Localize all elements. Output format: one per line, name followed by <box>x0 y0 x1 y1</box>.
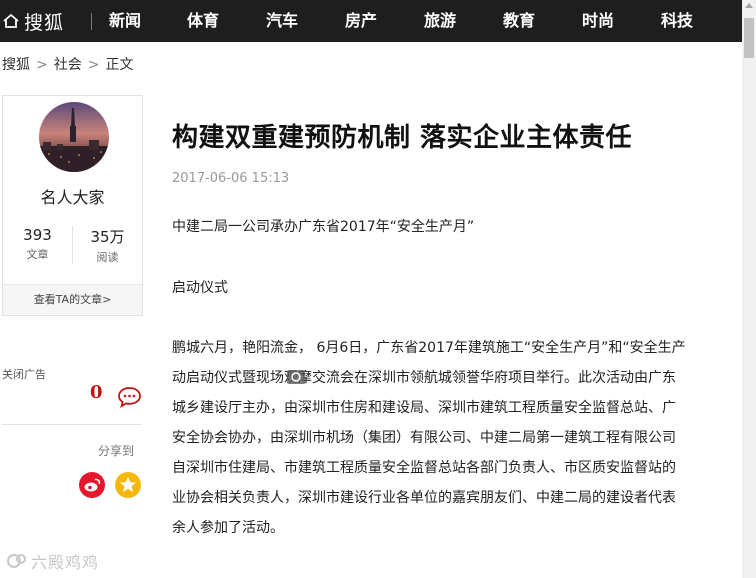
watermark: 六殿鸡鸡 <box>6 549 99 573</box>
weibo-icon <box>84 478 101 492</box>
watermark-text: 六殿鸡鸡 <box>31 553 100 572</box>
comment-icon[interactable] <box>117 386 142 408</box>
articles-stat: 393 文章 <box>3 226 72 262</box>
weibo-share-icon[interactable] <box>79 472 105 498</box>
breadcrumb-separator: > <box>87 57 100 73</box>
see-author-articles-link[interactable]: 查看TA的文章> <box>3 284 142 315</box>
breadcrumb-current: 正文 <box>105 57 134 73</box>
article-body-line: 余人参加了活动。 <box>172 520 284 536</box>
nav-item-sports[interactable]: 体育 <box>187 0 219 42</box>
article-body-line: 城乡建设厅主办，由深圳市住房和建设局、深圳市建筑工程质量安全监督总站、广 <box>172 400 676 416</box>
reads-label: 阅读 <box>96 251 119 264</box>
sohu-logo[interactable]: 搜狐 <box>2 0 64 42</box>
breadcrumb-society[interactable]: 社会 <box>54 57 82 73</box>
nav-item-travel[interactable]: 旅游 <box>424 0 456 42</box>
article-date: 2017-06-06 15:13 <box>172 171 290 186</box>
breadcrumb: 搜狐 > 社会 > 正文 <box>2 54 133 74</box>
nav-divider <box>91 13 92 30</box>
nav-item-auto[interactable]: 汽车 <box>266 0 298 42</box>
photo-overlay-icon <box>287 370 305 384</box>
nav-item-education[interactable]: 教育 <box>503 0 535 42</box>
scroll-thumb[interactable] <box>744 18 754 58</box>
articles-label: 文章 <box>26 248 49 261</box>
reads-stat: 35万 阅读 <box>73 226 142 265</box>
qzone-share-icon[interactable] <box>115 472 141 498</box>
reads-count: 35万 <box>90 228 125 246</box>
author-name[interactable]: 名人大家 <box>3 184 142 208</box>
nav-item-tech[interactable]: 科技 <box>661 0 693 42</box>
article-body-line: 业协会相关负责人，深圳市建设行业各单位的嘉宾朋友们、中建二局的建设者代表 <box>172 490 676 506</box>
star-icon <box>120 477 136 492</box>
article-body-line: 鹏城六月，艳阳流金， 6月6日，广东省2017年建筑施工“安全生产月”和“安全生… <box>172 340 686 356</box>
home-icon <box>3 13 19 28</box>
article-section-heading: 启动仪式 <box>172 280 228 296</box>
watermark-logo-icon <box>7 554 26 568</box>
author-card: 名人大家 393 文章 35万 阅读 查看TA的文章> <box>2 95 143 316</box>
article-body-line: 安全协会协办，由深圳市机场（集团）有限公司、中建二局第一建筑工程有限公司 <box>172 430 676 446</box>
article-title: 构建双重建预防机制 落实企业主体责任 <box>172 123 633 153</box>
city-skyline-image <box>39 102 109 172</box>
top-nav-bar: 搜狐 新闻 体育 汽车 房产 旅游 教育 时尚 科技 <box>0 0 742 42</box>
sidebar-divider <box>2 424 141 425</box>
nav-item-news[interactable]: 新闻 <box>109 0 141 42</box>
articles-count: 393 <box>23 226 52 244</box>
close-ad-link[interactable]: 关闭广告 <box>2 366 46 382</box>
share-label: 分享到 <box>98 444 135 458</box>
logo-text: 搜狐 <box>24 11 65 34</box>
author-avatar[interactable] <box>39 102 109 172</box>
scroll-up-arrow-icon[interactable] <box>745 3 753 8</box>
comment-count[interactable]: 0 <box>90 382 103 403</box>
breadcrumb-sohu[interactable]: 搜狐 <box>2 57 30 73</box>
breadcrumb-separator: > <box>36 57 48 73</box>
article-body-line: 自深圳市住建局、市建筑工程质量安全监督总站各部门负责人、市区质安监督站的 <box>172 460 676 476</box>
nav-item-fashion[interactable]: 时尚 <box>582 0 614 42</box>
vertical-scrollbar[interactable] <box>742 0 756 578</box>
nav-item-realestate[interactable]: 房产 <box>345 0 377 42</box>
article-body-line: 动启动仪式暨现场观摩交流会在深圳市领航城领誉华府项目举行。此次活动由广东 <box>172 370 676 386</box>
article-subtitle: 中建二局一公司承办广东省2017年“安全生产月” <box>172 219 475 235</box>
